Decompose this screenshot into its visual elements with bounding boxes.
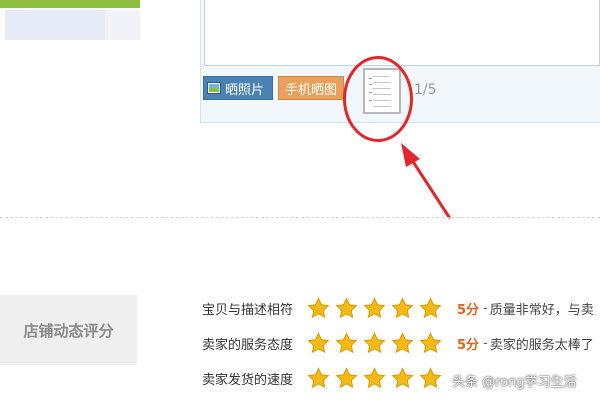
star-icon[interactable] — [418, 366, 443, 390]
upload-photo-button[interactable]: 晒照片 — [203, 76, 273, 100]
star-icon[interactable] — [334, 296, 359, 320]
phone-upload-label: 手机晒图 — [284, 82, 337, 98]
product-image-top — [0, 0, 140, 8]
rating-score: 5分 — [457, 302, 480, 318]
star-icon[interactable] — [390, 331, 415, 355]
rating-name: 卖家发货的速度 — [202, 372, 294, 388]
rating-row-shipping: 卖家发货的速度 — [202, 366, 457, 390]
product-image-thumbnail-edge — [105, 10, 140, 40]
rating-separator: - — [483, 300, 488, 316]
highlight-circle-annotation — [343, 56, 413, 142]
red-arrow-annotation — [401, 143, 451, 219]
shop-rating-section-label: 店铺动态评分 — [0, 295, 137, 365]
rating-name: 卖家的服务态度 — [202, 337, 294, 353]
rating-row-service: 卖家的服务态度 5分 - 卖家的服务太棒了 — [202, 331, 594, 355]
star-icon[interactable] — [334, 331, 359, 355]
section-divider — [0, 217, 600, 218]
star-icon[interactable] — [390, 296, 415, 320]
shop-rating-title: 店铺动态评分 — [23, 321, 114, 340]
rating-description: 质量非常好，与卖 — [489, 302, 594, 318]
upload-photo-label: 晒照片 — [225, 82, 265, 98]
star-icon[interactable] — [362, 331, 387, 355]
star-icon[interactable] — [306, 366, 331, 390]
product-image-thumbnail — [5, 10, 105, 40]
star-rating[interactable] — [306, 366, 443, 390]
star-icon[interactable] — [418, 296, 443, 320]
star-icon[interactable] — [306, 296, 331, 320]
photo-count: 1/5 — [414, 82, 437, 98]
review-textarea[interactable] — [204, 0, 600, 66]
star-rating[interactable] — [306, 296, 443, 320]
star-rating[interactable] — [306, 331, 443, 355]
rating-score: 5分 — [457, 337, 480, 353]
rating-row-description: 宝贝与描述相符 5分 - 质量非常好，与卖 — [202, 296, 594, 320]
star-icon[interactable] — [362, 366, 387, 390]
rating-separator: - — [483, 335, 488, 351]
star-icon[interactable] — [334, 366, 359, 390]
rating-description: 卖家的服务太棒了 — [489, 337, 594, 353]
phone-upload-button[interactable]: 手机晒图 — [278, 76, 344, 100]
watermark: 头条 @rong学习生活 — [452, 375, 577, 390]
star-icon[interactable] — [362, 296, 387, 320]
star-icon[interactable] — [306, 331, 331, 355]
star-icon[interactable] — [418, 331, 443, 355]
star-icon[interactable] — [390, 366, 415, 390]
rating-name: 宝贝与描述相符 — [202, 302, 294, 318]
picture-icon — [207, 82, 221, 94]
